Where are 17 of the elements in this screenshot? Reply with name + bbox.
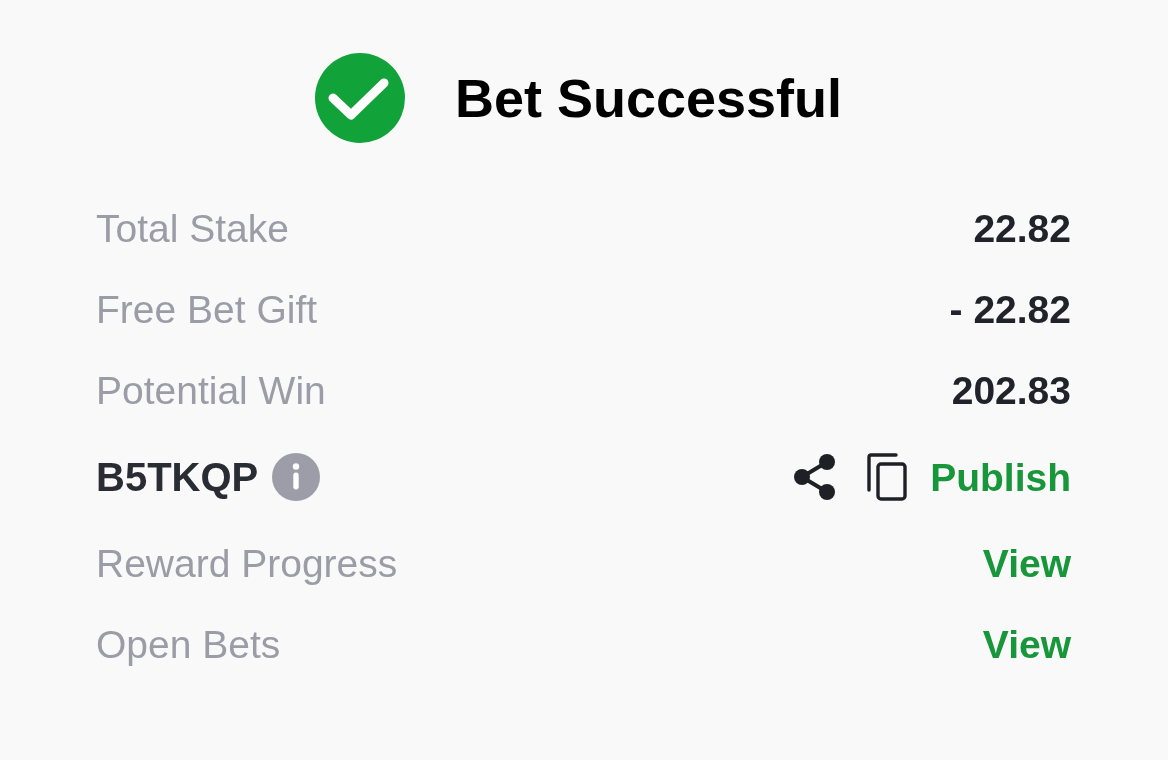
bet-code: B5TKQP (96, 457, 259, 497)
row-label: Free Bet Gift (96, 290, 318, 329)
row-label: Reward Progress (96, 544, 398, 583)
share-icon[interactable] (793, 454, 836, 500)
amount-value: 202.83 (951, 371, 1071, 410)
view-link[interactable]: View (982, 625, 1071, 664)
success-title: Bet Successful (454, 71, 843, 125)
success-check-icon (314, 53, 405, 143)
info-icon[interactable] (272, 453, 321, 501)
view-link[interactable]: View (982, 544, 1071, 583)
amount-value: 22.82 (973, 209, 1071, 248)
amount-value: - 22.82 (949, 290, 1071, 329)
copy-icon[interactable] (866, 453, 909, 501)
publish-link[interactable]: Publish (930, 457, 1071, 497)
row-label: Potential Win (96, 371, 326, 410)
row-label: Open Bets (96, 625, 281, 664)
row-label: Total Stake (96, 209, 289, 248)
